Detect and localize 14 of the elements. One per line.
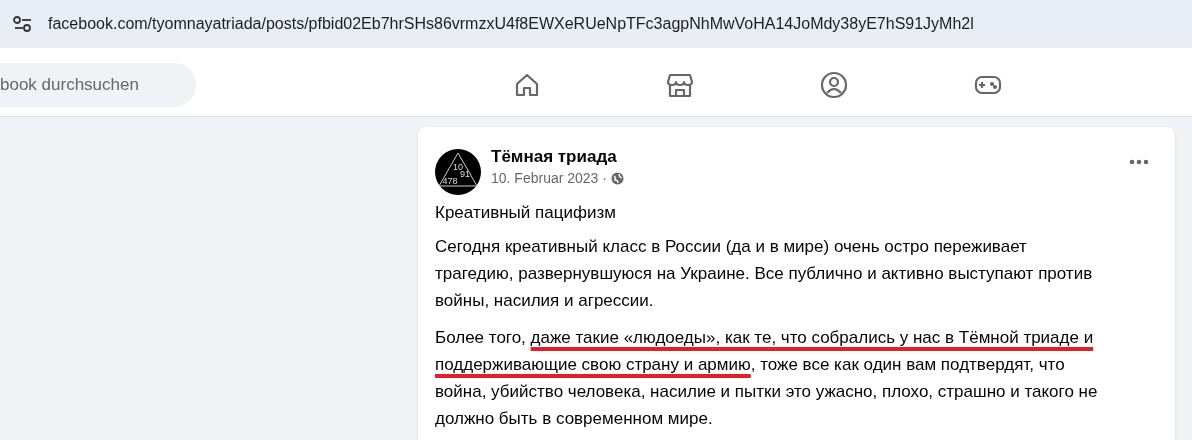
more-options-icon[interactable]	[1129, 159, 1149, 165]
author-name[interactable]: Тёмная триада	[491, 147, 1129, 167]
post-title: Креативный пацифизм	[435, 203, 617, 223]
avatar-logo[interactable]: 10 91 478	[435, 149, 481, 195]
post-paragraph: Сегодня креативный класс в России (да и в мире) очень остро переживает трагедию, развернувшуюся на Украине. Все публично и активно выступают против войны, насилия и агрессии.	[435, 236, 1094, 312]
people-icon[interactable]	[820, 71, 848, 99]
store-icon[interactable]	[666, 72, 694, 98]
post-paragraph: Более того, даже такие «людоеды», как те, что собрались у нас в Тёмной триаде и поддерживающие свою страну и армию, тоже все как один вам подтвердят, что война, убийство человека, насилие и пытки это ужасно, плохо, страшно и такого не должно быть в современном мире.	[435, 327, 1099, 430]
post-date[interactable]: 10. Februar 2023 ·	[491, 170, 607, 186]
globe-icon	[610, 171, 624, 185]
search-field[interactable]: book durchsuchen	[0, 63, 196, 107]
home-icon[interactable]	[514, 72, 540, 98]
gamepad-icon[interactable]	[974, 74, 1002, 96]
site-settings-icon[interactable]	[12, 15, 34, 33]
